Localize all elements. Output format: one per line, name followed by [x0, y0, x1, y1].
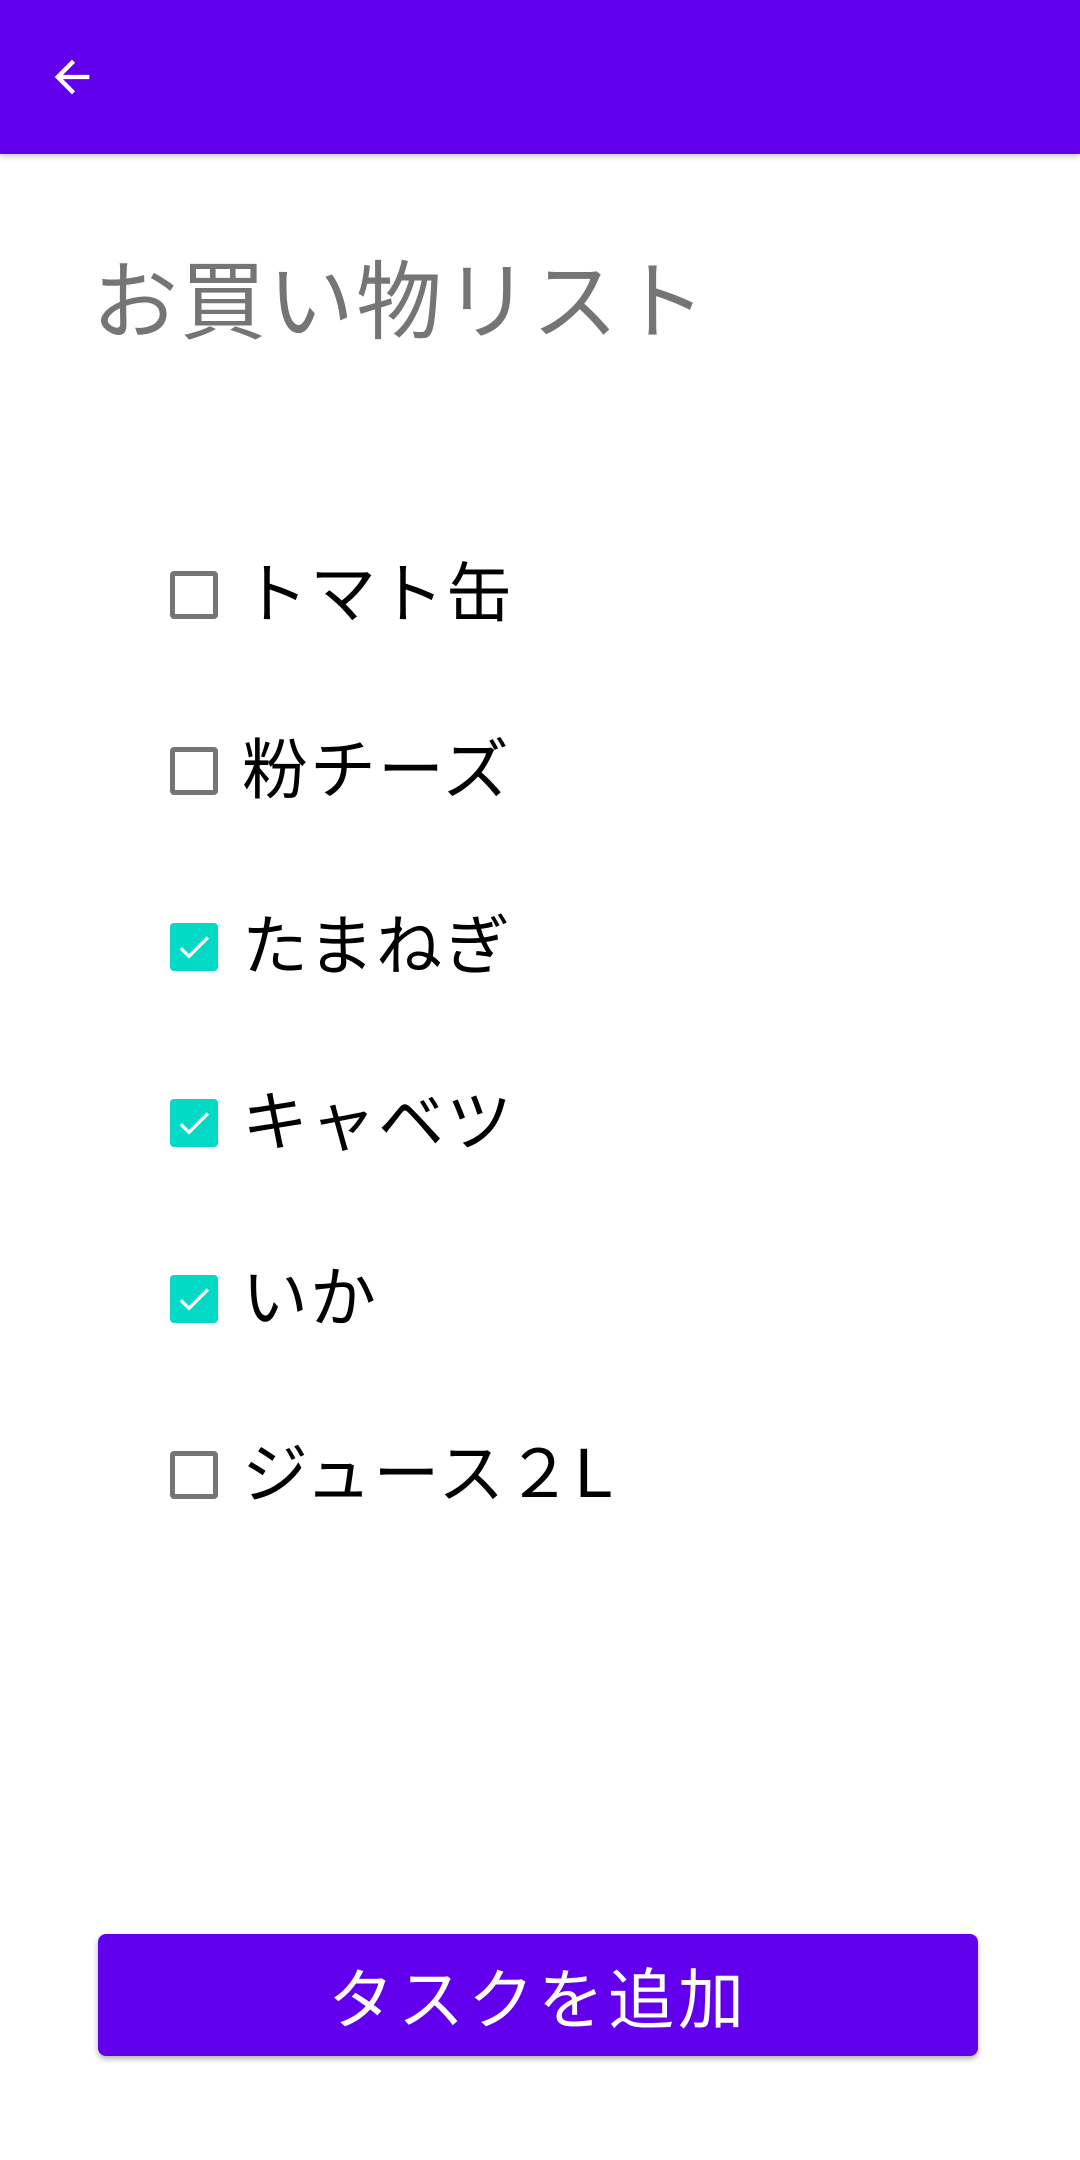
add-task-button[interactable]: タスクを追加 [98, 1934, 978, 2056]
check-icon [179, 1288, 209, 1311]
page-title: お買い物リスト [92, 253, 708, 353]
task-checkbox[interactable] [170, 923, 218, 971]
task-checkbox[interactable] [170, 747, 218, 795]
task-item-3[interactable]: たまねぎ [170, 892, 512, 1002]
task-checkbox[interactable] [170, 1451, 218, 1499]
task-label: キャベツ [242, 1084, 514, 1161]
arrow-back-icon [54, 59, 90, 95]
task-checkbox[interactable] [170, 1275, 218, 1323]
check-icon [179, 1112, 209, 1135]
check-icon [179, 936, 209, 959]
task-label: ジュース２L [242, 1436, 613, 1513]
task-item-1[interactable]: トマト缶 [170, 540, 514, 650]
task-item-4[interactable]: キャベツ [170, 1068, 514, 1178]
top-app-bar [0, 0, 1080, 154]
task-label: いか [242, 1260, 378, 1337]
task-item-5[interactable]: いか [170, 1244, 378, 1354]
task-label: たまねぎ [242, 908, 513, 985]
task-checkbox[interactable] [170, 571, 218, 619]
app-screen: お買い物リスト トマト缶 粉チーズ たまねぎ キャベツ いか ジュース２L タス… [0, 0, 1080, 2160]
back-button[interactable] [32, 37, 112, 117]
task-label: 粉チーズ [242, 732, 511, 809]
task-item-6[interactable]: ジュース２L [170, 1420, 613, 1530]
task-checkbox[interactable] [170, 1099, 218, 1147]
task-label: トマト缶 [242, 556, 514, 633]
task-item-2[interactable]: 粉チーズ [170, 716, 511, 826]
